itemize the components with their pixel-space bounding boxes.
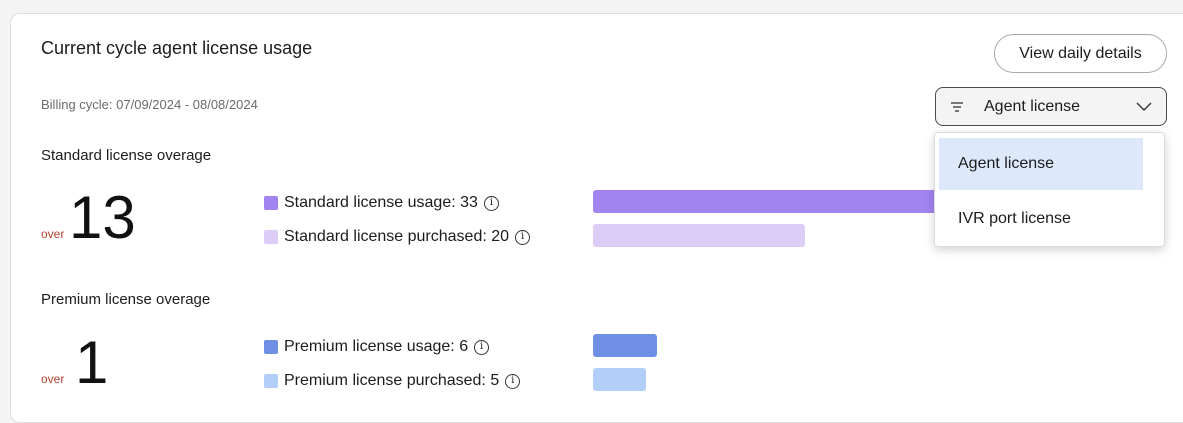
- info-icon[interactable]: i: [505, 373, 521, 389]
- menu-item-ivr-port-license[interactable]: IVR port license: [939, 193, 1143, 245]
- premium-usage-legend: Premium license usage: 6 i: [264, 338, 490, 356]
- standard-overage-value: 13: [69, 184, 136, 251]
- standard-purchased-swatch: [264, 230, 278, 244]
- view-daily-details-button[interactable]: View daily details: [994, 34, 1167, 73]
- standard-usage-swatch: [264, 196, 278, 210]
- filter-icon: [951, 101, 963, 112]
- license-type-menu: Agent license IVR port license: [934, 132, 1165, 247]
- standard-usage-legend: Standard license usage: 33 i: [264, 194, 499, 212]
- card-title: Current cycle agent license usage: [41, 38, 313, 58]
- billing-cycle: Billing cycle: 07/09/2024 - 08/08/2024: [41, 97, 258, 112]
- premium-purchased-swatch: [264, 374, 278, 388]
- premium-overage-heading: Premium license overage: [41, 291, 211, 308]
- info-icon[interactable]: i: [474, 339, 490, 355]
- info-icon[interactable]: i: [483, 195, 499, 211]
- premium-usage-label: Premium license usage: 6: [284, 338, 469, 355]
- premium-purchased-legend: Premium license purchased: 5 i: [264, 372, 521, 390]
- menu-item-agent-license[interactable]: Agent license: [939, 138, 1143, 190]
- license-type-select[interactable]: Agent license: [935, 87, 1167, 126]
- standard-purchased-label: Standard license purchased: 20: [284, 228, 510, 245]
- premium-usage-bar: [593, 334, 657, 357]
- premium-overage-value: 1: [75, 329, 109, 396]
- standard-purchased-bar: [593, 224, 805, 247]
- select-value: Agent license: [984, 97, 1081, 115]
- info-icon[interactable]: i: [515, 229, 531, 245]
- standard-over-label: over: [41, 227, 65, 241]
- premium-usage-swatch: [264, 340, 278, 354]
- standard-usage-bar: [593, 190, 943, 213]
- standard-purchased-legend: Standard license purchased: 20 i: [264, 228, 531, 246]
- premium-over-label: over: [41, 372, 65, 386]
- standard-overage-heading: Standard license overage: [41, 147, 212, 164]
- premium-purchased-bar: [593, 368, 646, 391]
- standard-usage-label: Standard license usage: 33: [284, 194, 478, 211]
- chevron-down-icon: [1136, 102, 1152, 111]
- premium-purchased-label: Premium license purchased: 5: [284, 372, 500, 389]
